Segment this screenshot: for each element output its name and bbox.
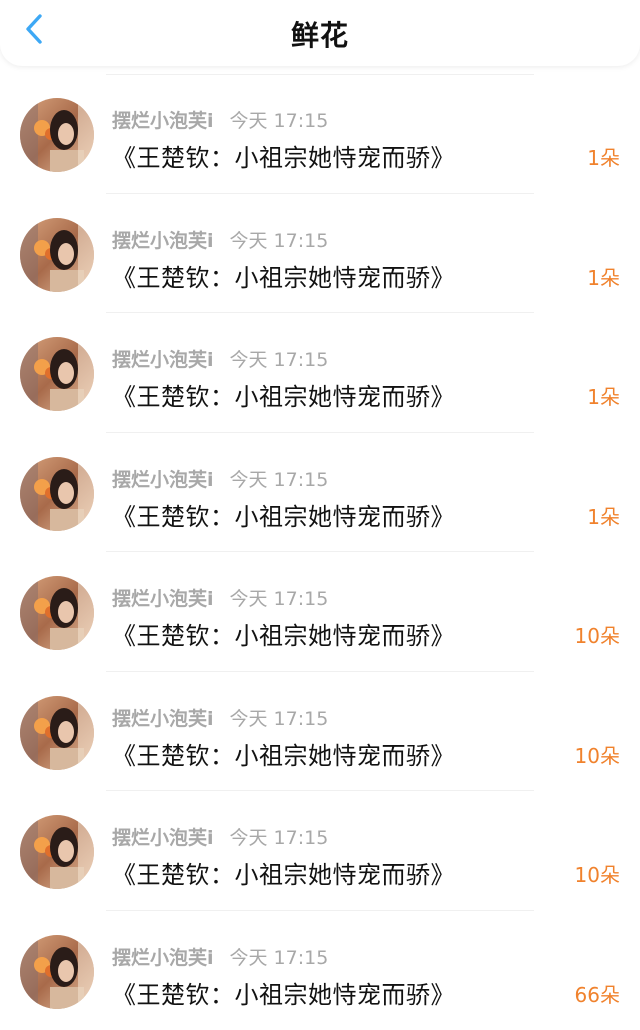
book-title: 《王楚钦：小祖宗她恃宠而骄》 xyxy=(112,497,455,532)
flower-count: 66朵 xyxy=(575,979,620,1008)
timestamp: 今天 17:15 xyxy=(230,588,329,610)
timestamp: 今天 17:15 xyxy=(230,349,329,371)
timestamp: 今天 17:15 xyxy=(230,230,329,252)
nickname: 摆烂小泡芙i xyxy=(112,230,214,252)
item-meta: 摆烂小泡芙i 今天 17:15 xyxy=(112,226,328,253)
book-title: 《王楚钦：小祖宗她恃宠而骄》 xyxy=(112,736,455,771)
timestamp: 今天 17:15 xyxy=(230,110,329,132)
item-meta: 摆烂小泡芙i 今天 17:15 xyxy=(112,106,328,133)
nickname: 摆烂小泡芙i xyxy=(112,708,214,730)
timestamp: 今天 17:15 xyxy=(230,469,329,491)
avatar xyxy=(20,576,94,650)
nickname: 摆烂小泡芙i xyxy=(112,110,214,132)
timestamp: 今天 17:15 xyxy=(230,827,329,849)
list-item[interactable]: 摆烂小泡芙i 今天 17:15 《王楚钦：小祖宗她恃宠而骄》 1朵 xyxy=(0,194,640,314)
item-meta: 摆烂小泡芙i 今天 17:15 xyxy=(112,584,328,611)
book-title: 《王楚钦：小祖宗她恃宠而骄》 xyxy=(112,377,455,412)
top-bar: 鲜花 xyxy=(0,0,640,66)
flower-count: 1朵 xyxy=(587,142,620,171)
book-title: 《王楚钦：小祖宗她恃宠而骄》 xyxy=(112,138,455,173)
list-item[interactable]: 摆烂小泡芙i 今天 17:15 《王楚钦：小祖宗她恃宠而骄》 10朵 xyxy=(0,791,640,911)
book-title: 《王楚钦：小祖宗她恃宠而骄》 xyxy=(112,616,455,651)
flower-count: 1朵 xyxy=(587,381,620,410)
flower-count: 1朵 xyxy=(587,501,620,530)
flower-count: 1朵 xyxy=(587,262,620,291)
nickname: 摆烂小泡芙i xyxy=(112,588,214,610)
avatar xyxy=(20,457,94,531)
timestamp: 今天 17:15 xyxy=(230,947,329,969)
flower-count: 10朵 xyxy=(575,620,620,649)
list-item[interactable]: 摆烂小泡芙i 今天 17:15 《王楚钦：小祖宗她恃宠而骄》 10朵 xyxy=(0,672,640,792)
item-meta: 摆烂小泡芙i 今天 17:15 xyxy=(112,823,328,850)
nickname: 摆烂小泡芙i xyxy=(112,827,214,849)
item-meta: 摆烂小泡芙i 今天 17:15 xyxy=(112,704,328,731)
list-item[interactable]: 摆烂小泡芙i 今天 17:15 《王楚钦：小祖宗她恃宠而骄》 1朵 xyxy=(0,74,640,194)
avatar xyxy=(20,935,94,1009)
page-title: 鲜花 xyxy=(0,14,640,54)
item-meta: 摆烂小泡芙i 今天 17:15 xyxy=(112,465,328,492)
item-meta: 摆烂小泡芙i 今天 17:15 xyxy=(112,345,328,372)
book-title: 《王楚钦：小祖宗她恃宠而骄》 xyxy=(112,975,455,1010)
book-title: 《王楚钦：小祖宗她恃宠而骄》 xyxy=(112,855,455,890)
nickname: 摆烂小泡芙i xyxy=(112,349,214,371)
book-title: 《王楚钦：小祖宗她恃宠而骄》 xyxy=(112,258,455,293)
list-item[interactable]: 摆烂小泡芙i 今天 17:15 《王楚钦：小祖宗她恃宠而骄》 1朵 xyxy=(0,313,640,433)
avatar xyxy=(20,337,94,411)
list-item[interactable]: 摆烂小泡芙i 今天 17:15 《王楚钦：小祖宗她恃宠而骄》 66朵 xyxy=(0,911,640,1030)
avatar xyxy=(20,696,94,770)
flower-count: 10朵 xyxy=(575,740,620,769)
avatar xyxy=(20,98,94,172)
avatar xyxy=(20,815,94,889)
nickname: 摆烂小泡芙i xyxy=(112,947,214,969)
gift-record-list: 摆烂小泡芙i 今天 17:15 《王楚钦：小祖宗她恃宠而骄》 1朵 摆烂小泡芙i 今… xyxy=(0,74,640,1030)
item-meta: 摆烂小泡芙i 今天 17:15 xyxy=(112,943,328,970)
avatar xyxy=(20,218,94,292)
list-item[interactable]: 摆烂小泡芙i 今天 17:15 《王楚钦：小祖宗她恃宠而骄》 1朵 xyxy=(0,433,640,553)
flower-count: 10朵 xyxy=(575,859,620,888)
list-item[interactable]: 摆烂小泡芙i 今天 17:15 《王楚钦：小祖宗她恃宠而骄》 10朵 xyxy=(0,552,640,672)
timestamp: 今天 17:15 xyxy=(230,708,329,730)
nickname: 摆烂小泡芙i xyxy=(112,469,214,491)
